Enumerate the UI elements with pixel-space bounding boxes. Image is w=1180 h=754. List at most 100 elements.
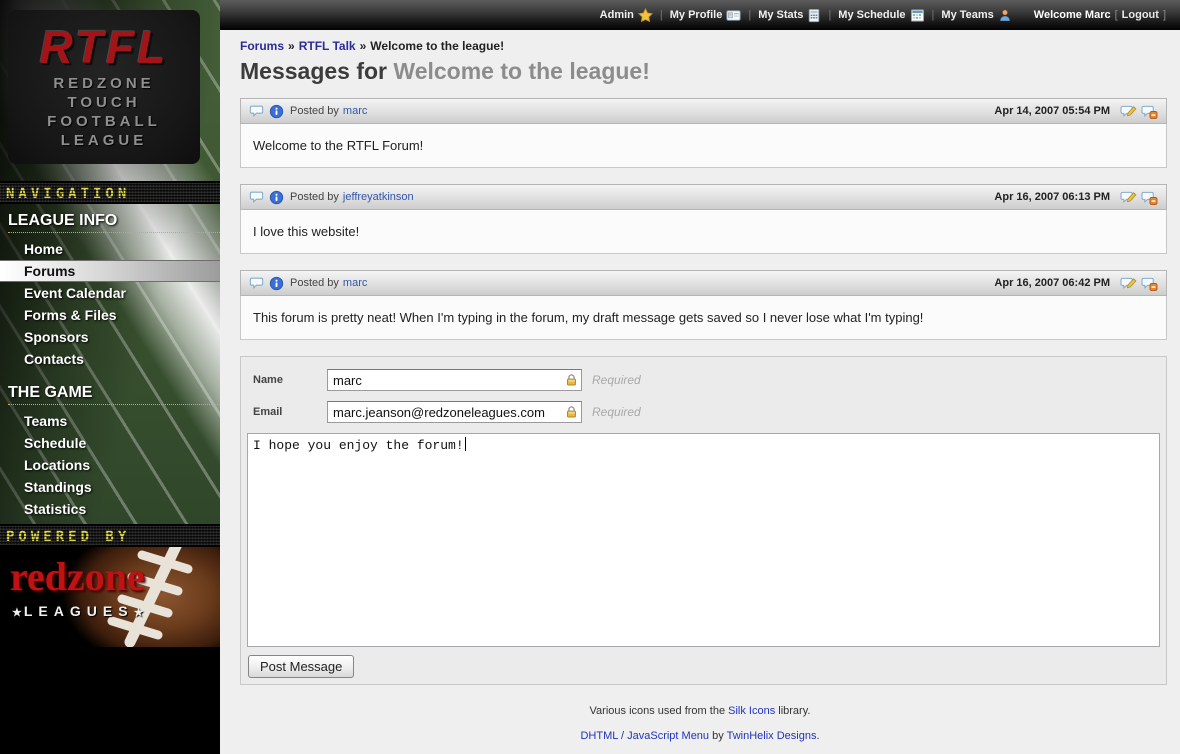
email-label: Email — [253, 406, 327, 418]
powered-by-led-header: POWERED BY — [0, 524, 220, 547]
comment-delete-icon[interactable] — [1141, 190, 1158, 205]
message-post: Posted by marc Apr 14, 2007 05:54 PM Wel… — [240, 98, 1167, 168]
author-link[interactable]: marc — [343, 105, 367, 117]
sidebar-item-standings[interactable]: Standings — [0, 476, 220, 498]
separator: | — [660, 9, 663, 21]
text-caret — [465, 437, 466, 451]
calculator-icon — [807, 8, 821, 23]
sidebar-item-teams[interactable]: Teams — [0, 410, 220, 432]
required-hint: Required — [592, 405, 641, 419]
email-input[interactable] — [327, 401, 582, 423]
user-icon — [998, 8, 1012, 23]
message-body: I love this website! — [240, 210, 1167, 254]
posted-by-label: Posted by — [290, 105, 339, 117]
sidebar-item-contacts[interactable]: Contacts — [0, 348, 220, 370]
logout-link[interactable]: Logout — [1122, 9, 1159, 21]
lock-icon — [565, 373, 578, 392]
rtfl-logo-title: RTFL — [8, 20, 200, 74]
topbar-my-profile[interactable]: My Profile — [670, 8, 742, 23]
message-post: Posted by jeffreyatkinson Apr 16, 2007 0… — [240, 184, 1167, 254]
message-draft-text: I hope you enjoy the forum! — [253, 438, 464, 453]
redzone-wordmark: redzone — [10, 557, 145, 597]
comment-edit-icon[interactable] — [1120, 190, 1137, 205]
author-link[interactable]: jeffreyatkinson — [343, 191, 414, 203]
author-link[interactable]: marc — [343, 277, 367, 289]
posted-by-label: Posted by — [290, 277, 339, 289]
section-heading-the-game: THE GAME — [0, 384, 220, 405]
post-message-form: Name Required Email Required I hope you … — [240, 356, 1167, 685]
star-icon — [638, 8, 653, 23]
lock-icon — [565, 405, 578, 424]
post-message-button[interactable]: Post Message — [248, 655, 354, 678]
topbar-my-teams[interactable]: My Teams — [941, 8, 1011, 23]
sidebar-item-schedule[interactable]: Schedule — [0, 432, 220, 454]
message-date: Apr 14, 2007 05:54 PM — [994, 105, 1110, 117]
section-heading-league-info: LEAGUE INFO — [0, 212, 220, 233]
league-info-nav: Home Forums Event Calendar Forms & Files… — [0, 238, 220, 370]
bracket: [ — [1115, 9, 1118, 21]
page-title-topic: Welcome to the league! — [393, 58, 649, 84]
comment-edit-icon[interactable] — [1120, 104, 1137, 119]
info-icon[interactable] — [269, 190, 284, 205]
comment-icon[interactable] — [249, 276, 264, 290]
dhtml-menu-link[interactable]: DHTML / JavaScript Menu — [580, 730, 709, 742]
breadcrumb-current: Welcome to the league! — [370, 39, 504, 53]
sidebar-item-sponsors[interactable]: Sponsors — [0, 326, 220, 348]
breadcrumb-forums-link[interactable]: Forums — [240, 39, 284, 53]
topbar-my-schedule[interactable]: My Schedule — [838, 8, 924, 23]
comment-edit-icon[interactable] — [1120, 276, 1137, 291]
message-body: Welcome to the RTFL Forum! — [240, 124, 1167, 168]
yellow-rule — [8, 404, 220, 405]
yellow-rule — [8, 232, 220, 233]
required-hint: Required — [592, 373, 641, 387]
twinhelix-link[interactable]: TwinHelix Designs — [727, 730, 817, 742]
message-header: Posted by marc Apr 16, 2007 06:42 PM — [240, 270, 1167, 296]
info-icon[interactable] — [269, 276, 284, 291]
sidebar: RTFL REDZONE TOUCH FOOTBALL LEAGUE NAVIG… — [0, 0, 220, 754]
comment-delete-icon[interactable] — [1141, 276, 1158, 291]
message-textarea[interactable]: I hope you enjoy the forum! — [247, 433, 1160, 647]
name-row: Name Required — [253, 369, 1160, 391]
sidebar-item-locations[interactable]: Locations — [0, 454, 220, 476]
topbar-my-stats[interactable]: My Stats — [758, 8, 821, 23]
sidebar-item-home[interactable]: Home — [0, 238, 220, 260]
navigation-led-header: NAVIGATION — [0, 181, 220, 204]
rtfl-logo-line: TOUCH — [8, 93, 200, 112]
info-icon[interactable] — [269, 104, 284, 119]
messages-list: Posted by marc Apr 14, 2007 05:54 PM Wel… — [240, 98, 1167, 340]
name-input[interactable] — [327, 369, 582, 391]
calendar-icon — [910, 8, 925, 23]
sidebar-item-event-calendar[interactable]: Event Calendar — [0, 282, 220, 304]
message-date: Apr 16, 2007 06:42 PM — [994, 277, 1110, 289]
email-row: Email Required — [253, 401, 1160, 423]
message-header: Posted by jeffreyatkinson Apr 16, 2007 0… — [240, 184, 1167, 210]
message-date: Apr 16, 2007 06:13 PM — [994, 191, 1110, 203]
posted-by-label: Posted by — [290, 191, 339, 203]
rtfl-logo-line: REDZONE — [8, 74, 200, 93]
footer: Various icons used from the Silk Icons l… — [220, 705, 1180, 742]
bracket: ] — [1163, 9, 1166, 21]
message-body: This forum is pretty neat! When I'm typi… — [240, 296, 1167, 340]
welcome-text: Welcome Marc — [1034, 9, 1111, 21]
breadcrumb-rtfl-talk-link[interactable]: RTFL Talk — [299, 39, 356, 53]
sidebar-item-forums[interactable]: Forums — [0, 260, 220, 282]
separator: | — [932, 9, 935, 21]
page-title: Messages for Welcome to the league! — [240, 58, 1180, 85]
sidebar-item-forms-files[interactable]: Forms & Files — [0, 304, 220, 326]
silk-icons-link[interactable]: Silk Icons — [728, 705, 775, 717]
redzone-leagues-logo: redzone ★LEAGUES★ — [0, 547, 220, 647]
message-header: Posted by marc Apr 14, 2007 05:54 PM — [240, 98, 1167, 124]
rtfl-logo-line: FOOTBALL — [8, 112, 200, 131]
name-label: Name — [253, 374, 327, 386]
separator: | — [828, 9, 831, 21]
leagues-wordmark: ★LEAGUES★ — [12, 603, 145, 619]
comment-icon[interactable] — [249, 190, 264, 204]
comment-delete-icon[interactable] — [1141, 104, 1158, 119]
topbar-admin[interactable]: Admin — [600, 8, 653, 23]
rtfl-logo: RTFL REDZONE TOUCH FOOTBALL LEAGUE — [8, 10, 200, 164]
top-bar: Admin | My Profile | My Stats | My Sched… — [220, 0, 1180, 30]
sidebar-item-statistics[interactable]: Statistics — [0, 498, 220, 520]
breadcrumb: Forums»RTFL Talk»Welcome to the league! — [220, 30, 1180, 53]
comment-icon[interactable] — [249, 104, 264, 118]
footer-menu-credit: DHTML / JavaScript Menu by TwinHelix Des… — [220, 730, 1180, 742]
